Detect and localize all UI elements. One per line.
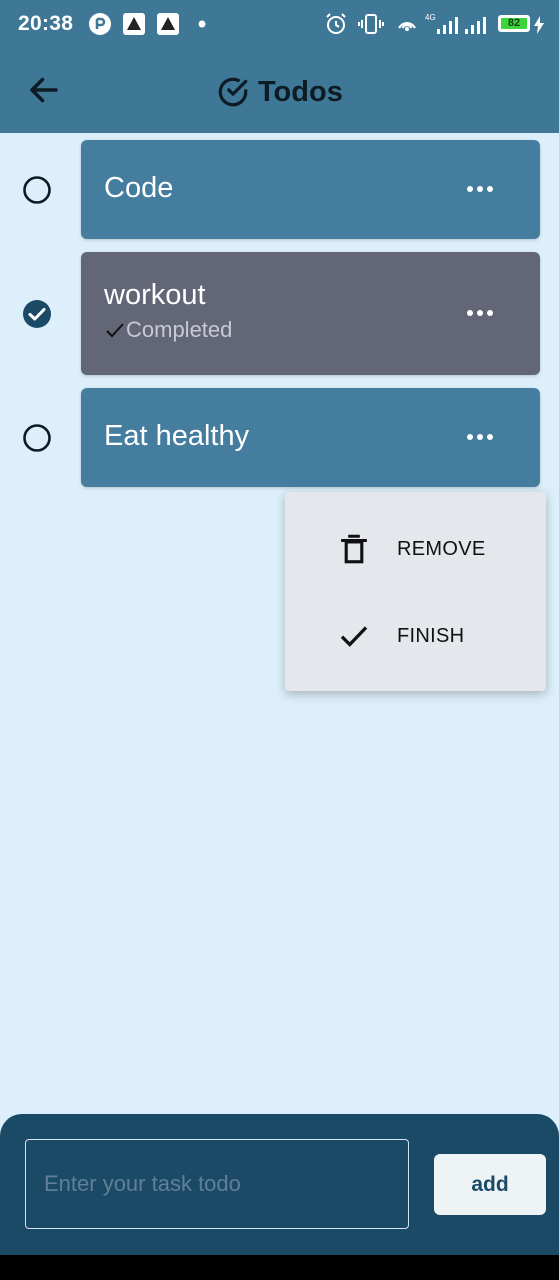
check-circle-icon [218,77,248,107]
notification-icon [89,13,111,35]
status-bar: 20:38 4G 82 [0,0,559,50]
alarm-icon [326,13,346,34]
todo-checkbox-unchecked[interactable] [22,175,52,205]
context-menu: REMOVE FINISH [285,492,546,691]
add-button[interactable]: add [434,1154,546,1215]
input-panel: add [0,1114,559,1255]
menu-item-remove[interactable]: REMOVE [285,519,546,579]
todo-item[interactable]: Code [81,140,540,239]
app-bar: Todos [0,50,559,133]
more-horizontal-icon[interactable] [460,303,500,323]
todo-title: workout [104,279,206,311]
todo-title: Code [104,172,174,204]
signal-icon: 4G [425,13,486,34]
system-nav-bar [0,1255,559,1280]
more-horizontal-icon[interactable] [460,179,500,199]
app-icon [123,13,145,35]
completed-status: Completed [104,317,232,343]
todo-title: Eat healthy [104,420,250,452]
battery-level: 82 [507,17,521,29]
trash-icon [341,534,367,564]
network-label: 4G [425,13,436,22]
menu-item-finish[interactable]: FINISH [285,606,546,666]
todo-item[interactable]: Eat healthy [81,388,540,487]
charging-icon [534,16,544,34]
more-horizontal-icon[interactable] [460,427,500,447]
completed-label: Completed [126,317,233,342]
check-icon [340,626,368,647]
battery-icon: 82 [498,15,530,32]
vibrate-icon [358,14,384,34]
hotspot-icon [398,22,416,31]
arrow-left-icon[interactable] [26,72,62,108]
menu-label-remove: REMOVE [397,537,486,560]
page-title: Todos [216,72,343,112]
todo-checkbox-unchecked[interactable] [22,423,52,453]
page-title-text: Todos [258,75,343,108]
status-time: 20:38 [18,12,74,35]
todo-checkbox-checked[interactable] [22,299,52,329]
task-input[interactable] [25,1139,409,1229]
menu-label-finish: FINISH [397,624,465,647]
app-icon [157,13,179,35]
todo-item[interactable]: workout Completed [81,252,540,375]
check-icon [106,323,124,338]
dot-icon [198,20,206,28]
